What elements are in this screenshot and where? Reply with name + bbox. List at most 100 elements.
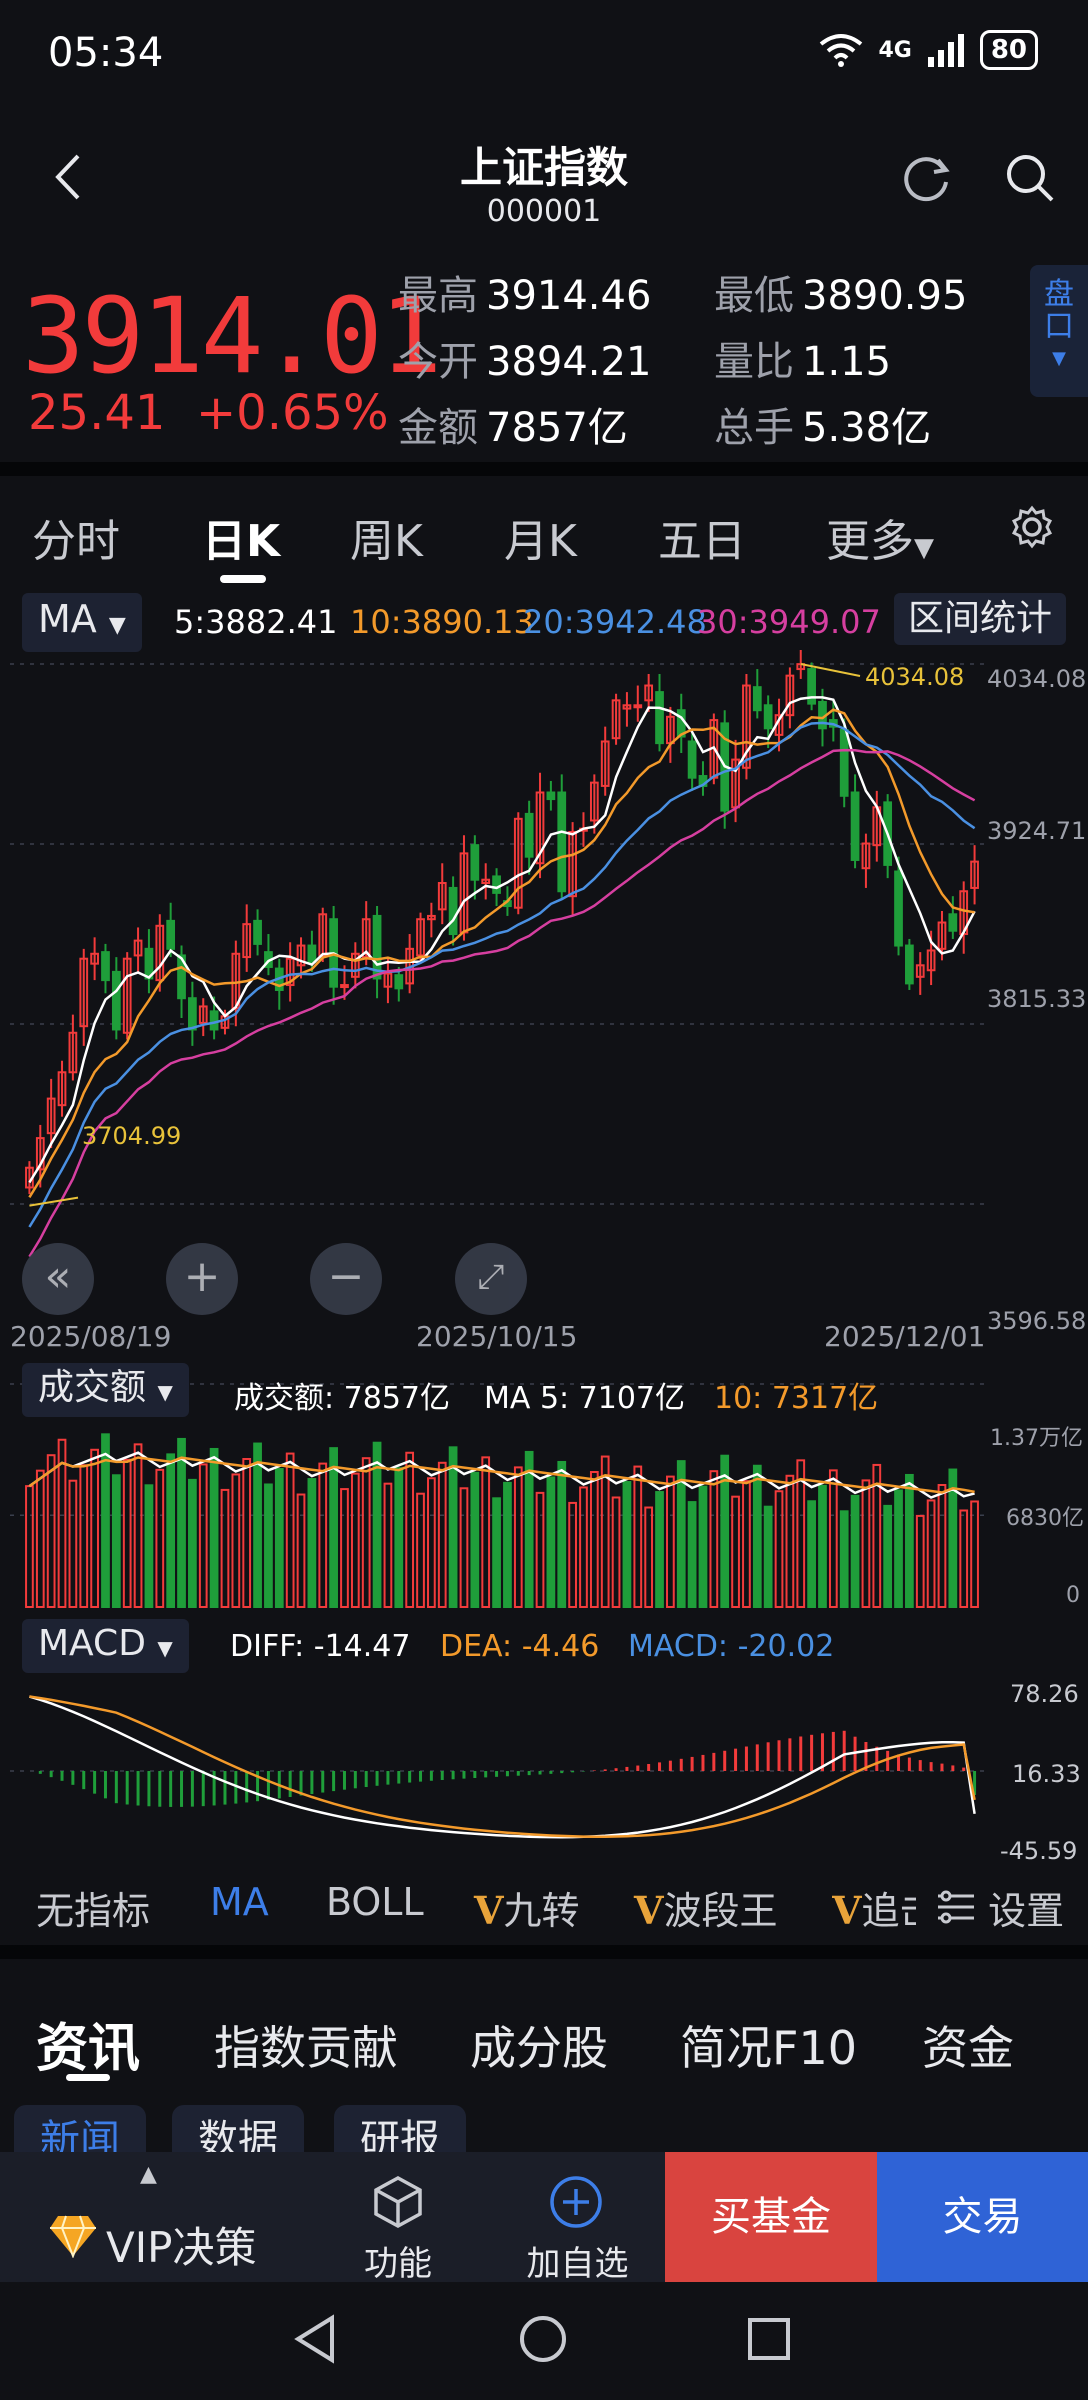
- volume-bar: [546, 1476, 556, 1608]
- search-button[interactable]: [1002, 150, 1058, 206]
- volume-bar: [274, 1468, 284, 1609]
- volume-selector-label: 成交额: [38, 1367, 147, 1408]
- macd-axis-label: 16.33: [1012, 1760, 1081, 1788]
- volume-ma10: 10: 7317亿: [714, 1381, 879, 1416]
- tab-weekly-k[interactable]: 周K: [350, 505, 423, 569]
- caret-down-icon: ▼: [1052, 348, 1066, 369]
- indicator-boll[interactable]: BOLL: [326, 1880, 424, 1924]
- price-axis-label: 3924.71: [987, 817, 1087, 845]
- volume-bar: [915, 1514, 925, 1608]
- tab-more[interactable]: 更多▼: [826, 505, 934, 569]
- buy-fund-button[interactable]: 买基金: [665, 2152, 877, 2282]
- caret-down-icon: ▼: [157, 1380, 173, 1404]
- macd-value: MACD: -20.02: [628, 1629, 835, 1664]
- ma30-value: 30:3949.07: [697, 603, 881, 641]
- indicator-jiuzhuan-label: 九转: [503, 1889, 580, 1933]
- range-stats-button[interactable]: 区间统计: [894, 593, 1067, 645]
- volume-bar: [220, 1488, 230, 1608]
- vip-decision-button[interactable]: ▲ VIP决策: [0, 2152, 310, 2282]
- volume-bar: [166, 1453, 176, 1608]
- pankou-button[interactable]: 盘口 ▼: [1030, 265, 1088, 397]
- volume-axis-label: 0: [1066, 1583, 1080, 1608]
- tab-intraday[interactable]: 分时: [32, 505, 120, 569]
- stat-amount: 金额 7857亿: [398, 405, 628, 451]
- candle: [839, 728, 849, 797]
- tab-news[interactable]: 资讯: [36, 2006, 140, 2081]
- volume-bar: [144, 1484, 154, 1608]
- volume-bar: [481, 1456, 491, 1608]
- candle: [557, 791, 567, 893]
- macd-indicator-selector[interactable]: MACD ▼: [22, 1619, 189, 1673]
- zoom-out-button[interactable]: −: [310, 1243, 382, 1315]
- ma-selector[interactable]: MA ▼: [22, 593, 142, 652]
- candle: [166, 919, 176, 950]
- tab-constituents[interactable]: 成分股: [470, 2012, 608, 2078]
- candlestick-chart[interactable]: [0, 650, 1088, 1410]
- stat-low: 最低 3890.95: [714, 273, 968, 319]
- volume-bar: [655, 1491, 664, 1608]
- candle: [470, 844, 480, 881]
- nav-recents-icon[interactable]: [746, 2316, 792, 2362]
- indicator-zhui[interactable]: V追击: [832, 1880, 916, 1935]
- macd-selector-label: MACD: [38, 1623, 146, 1664]
- trade-button[interactable]: 交易: [877, 2152, 1088, 2282]
- volume-bar: [448, 1446, 458, 1608]
- indicator-none[interactable]: 无指标: [36, 1880, 150, 1935]
- volume-bar: [394, 1467, 404, 1608]
- chart-settings-button[interactable]: [1010, 505, 1054, 560]
- tab-f10[interactable]: 简况F10: [680, 2012, 857, 2078]
- candle: [307, 944, 317, 964]
- candle: [687, 740, 697, 779]
- volume-indicator-selector[interactable]: 成交额 ▼: [22, 1363, 189, 1417]
- fullscreen-button[interactable]: ⤢: [455, 1243, 527, 1315]
- macd-chart[interactable]: [0, 1675, 1088, 1867]
- volume-bar: [437, 1461, 447, 1609]
- add-watchlist-button[interactable]: 加自选: [490, 2152, 665, 2284]
- gear-icon: [1011, 505, 1053, 549]
- candle: [763, 704, 773, 730]
- battery-indicator: 80: [979, 30, 1038, 70]
- tab-monthly-k[interactable]: 月K: [504, 505, 577, 569]
- scroll-left-button[interactable]: «: [22, 1243, 94, 1315]
- volume-bar: [111, 1474, 121, 1609]
- indicator-jiuzhuan[interactable]: V九转: [474, 1880, 580, 1935]
- volume-bar: [253, 1442, 262, 1608]
- tab-five-day[interactable]: 五日: [658, 505, 746, 569]
- volume-bar: [850, 1494, 860, 1608]
- status-bar: 05:34 4G 80: [0, 0, 1088, 110]
- volume-amount: 成交额: 7857亿: [234, 1381, 450, 1416]
- candle: [253, 919, 262, 945]
- volume-bar: [818, 1484, 827, 1608]
- indicator-boduan[interactable]: V波段王: [634, 1880, 778, 1935]
- volume-bar: [894, 1489, 903, 1608]
- volume-bar: [405, 1451, 415, 1609]
- refresh-button[interactable]: [898, 150, 954, 206]
- candle: [111, 970, 121, 1031]
- volume-bar: [742, 1480, 751, 1608]
- stat-volume-ratio: 量比 1.15: [714, 339, 892, 385]
- divider: [0, 462, 1088, 476]
- candle: [394, 974, 404, 990]
- nav-back-icon[interactable]: [292, 2314, 338, 2364]
- volume-bar: [329, 1447, 338, 1608]
- nav-home-icon[interactable]: [518, 2314, 568, 2364]
- refresh-icon: [904, 157, 950, 202]
- volume-bar: [296, 1493, 306, 1608]
- function-button[interactable]: 功能: [310, 2152, 486, 2284]
- volume-bar: [35, 1469, 45, 1608]
- quote-panel: 3914.01 25.41 +0.65% 最高 3914.46 最低 3890.95…: [0, 255, 1088, 460]
- volume-bar: [828, 1469, 838, 1609]
- tab-index-contribution[interactable]: 指数贡献: [214, 2012, 398, 2078]
- zoom-in-button[interactable]: +: [166, 1243, 238, 1315]
- volume-bar: [861, 1479, 871, 1608]
- indicator-ma[interactable]: MA: [210, 1880, 269, 1924]
- network-type-label: 4G: [878, 37, 912, 63]
- tab-funds[interactable]: 资金: [922, 2012, 1014, 2078]
- volume-bar: [633, 1465, 643, 1609]
- volume-chart[interactable]: [0, 1415, 1088, 1613]
- tab-daily-k[interactable]: 日K: [202, 505, 280, 569]
- volume-bar: [698, 1485, 708, 1608]
- indicator-settings-button[interactable]: 设置: [936, 1880, 1064, 1935]
- search-icon: [1007, 155, 1054, 202]
- ma10-value: 10:3890.13: [350, 603, 534, 641]
